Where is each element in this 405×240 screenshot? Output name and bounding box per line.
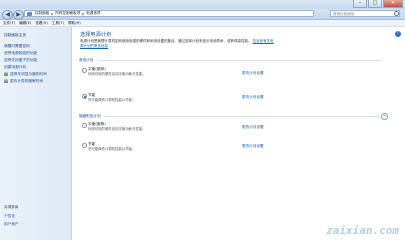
plan-desc-balanced: 利用可用的硬件自动平衡功耗与性能。 [88, 72, 146, 76]
menu-help[interactable]: 帮助(H) [68, 20, 81, 26]
search-icon[interactable] [394, 11, 399, 16]
preferred-plans-label: 首选计划 [79, 58, 94, 62]
plan-radio-additional-1[interactable] [82, 123, 87, 128]
menu-view[interactable]: 查看(V) [35, 20, 47, 26]
sidebar: 控制面板主页 唤醒时需要密码 选择电源按钮的功能 选择关闭盖子的功能 创建电源计… [0, 27, 72, 240]
plan-radio-balanced[interactable] [82, 68, 87, 73]
see-also-user-accounts[interactable]: 用户帐户 [4, 222, 19, 227]
title-bar: – □ ✕ [0, 0, 405, 9]
plan-radio-power-saver[interactable] [82, 94, 87, 99]
menu-bar: 文件(F) 编辑(E) 查看(V) 工具(T) 帮助(H) [0, 20, 405, 27]
group-divider [100, 60, 381, 61]
breadcrumb-item[interactable]: 电源选项 [86, 11, 100, 16]
see-also-personalization[interactable]: 个性化 [4, 214, 15, 219]
menu-edit[interactable]: 编辑(E) [19, 20, 31, 26]
shield-icon [4, 79, 8, 83]
breadcrumb-item[interactable]: 控制面板 [35, 11, 49, 16]
menu-file[interactable]: 文件(F) [3, 20, 15, 26]
change-plan-settings-link[interactable]: 更改计划设置 [242, 144, 264, 149]
plan-radio-additional-2[interactable] [82, 143, 87, 148]
forward-button[interactable]: ▶ [13, 10, 24, 20]
navigation-bar: ◀ ▶ 控制面板 ▸ 所有控制面板项 ▸ 电源选项 搜索控制面板 [0, 9, 405, 20]
change-plan-settings-link[interactable]: 更改计划设置 [242, 71, 264, 76]
address-bar[interactable]: 控制面板 ▸ 所有控制面板项 ▸ 电源选项 [24, 10, 314, 17]
minimize-button[interactable]: – [353, 0, 367, 8]
additional-plans-label: 隐藏附加计划 [79, 114, 101, 118]
see-also-heading: 另请参阅 [4, 205, 19, 209]
intro-text: 电源计划是管理计算机如何使用电源的硬件和系统设置的集合。通过选择计划来延长电池寿… [80, 39, 275, 48]
control-panel-icon [27, 12, 32, 16]
chevron-up-icon[interactable]: ⌃ [381, 113, 388, 120]
close-button[interactable]: ✕ [383, 0, 403, 8]
change-plan-settings-link[interactable]: 更改计划设置 [242, 95, 264, 100]
sidebar-home-link[interactable]: 控制面板主页 [4, 33, 26, 38]
watermark: zaixian.com [326, 224, 399, 237]
plan-desc-additional-2: 尽可能降低计算机性能以节能。 [88, 147, 136, 151]
sidebar-link-lid-close[interactable]: 选择关闭盖子的功能 [4, 58, 37, 63]
sidebar-link-require-password[interactable]: 唤醒时需要密码 [4, 44, 30, 49]
search-input[interactable]: 搜索控制面板 [330, 10, 400, 17]
change-plan-settings-link[interactable]: 更改计划设置 [242, 125, 264, 130]
plan-desc-additional-1: 利用可用的硬件自动平衡功耗与性能。 [88, 127, 146, 131]
sidebar-link-display-off[interactable]: 选择关闭显示器的时间 [10, 72, 47, 77]
plan-desc-power-saver: 尽可能降低计算机性能以节能。 [88, 98, 136, 102]
page-title: 选择电源计划 [80, 32, 112, 38]
breadcrumb-item[interactable]: 所有控制面板项 [55, 11, 80, 16]
shield-icon [4, 72, 8, 76]
sidebar-link-sleep-time[interactable]: 更改计算机睡眠时间 [10, 79, 43, 84]
sidebar-link-power-button[interactable]: 选择电源按钮的功能 [4, 51, 37, 56]
breadcrumb-separator: ▸ [82, 11, 85, 16]
back-button[interactable]: ◀ [2, 10, 13, 20]
menu-tools[interactable]: 工具(T) [52, 20, 64, 26]
window-controls: – □ ✕ [353, 0, 403, 8]
main-content: 选择电源计划 ? 电源计划是管理计算机如何使用电源的硬件和系统设置的集合。通过选… [72, 27, 405, 240]
breadcrumb-separator: ▸ [51, 11, 54, 16]
group-divider [105, 116, 379, 117]
maximize-button[interactable]: □ [368, 0, 382, 8]
intro-description: 电源计划是管理计算机如何使用电源的硬件和系统设置的集合。通过选择计划来延长电池寿… [80, 39, 252, 43]
sidebar-link-create-plan[interactable]: 创建电源计划 [4, 65, 26, 70]
help-icon[interactable]: ? [395, 31, 401, 37]
